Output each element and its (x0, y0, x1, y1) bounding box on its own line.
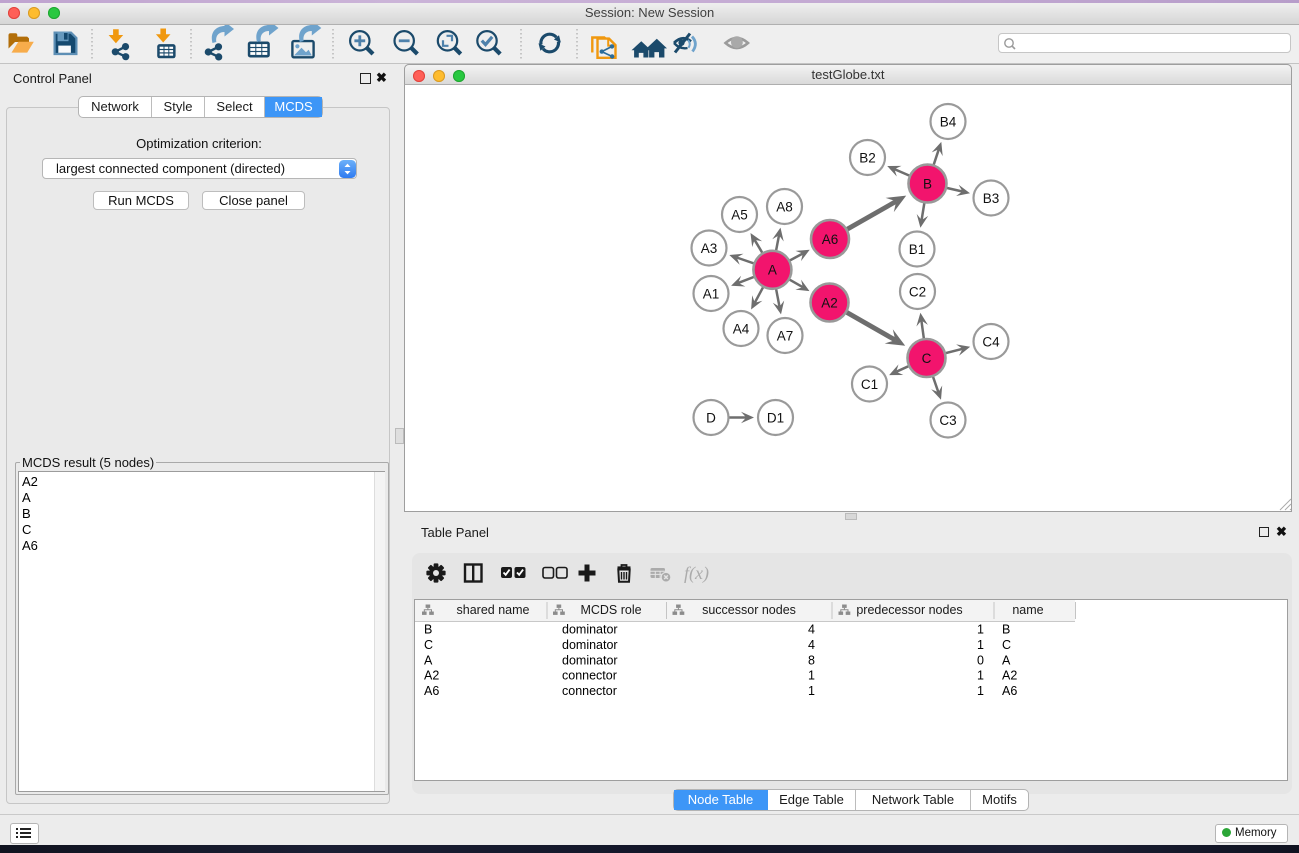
svg-text:C: C (1002, 638, 1011, 652)
svg-text:1: 1 (977, 669, 984, 683)
svg-text:D1: D1 (767, 410, 784, 425)
svg-text:1: 1 (808, 684, 815, 698)
svg-text:B2: B2 (859, 150, 876, 165)
svg-text:shared name: shared name (457, 603, 530, 617)
svg-text:name: name (1012, 603, 1043, 617)
svg-text:A5: A5 (731, 207, 748, 222)
svg-text:A1: A1 (703, 286, 720, 301)
svg-text:D: D (706, 410, 716, 425)
svg-text:A3: A3 (701, 241, 718, 256)
svg-text:MCDS role: MCDS role (580, 603, 641, 617)
svg-text:A2: A2 (821, 295, 838, 310)
svg-text:C2: C2 (909, 284, 926, 299)
svg-text:dominator: dominator (562, 653, 618, 667)
svg-text:1: 1 (808, 669, 815, 683)
svg-text:successor nodes: successor nodes (702, 603, 796, 617)
svg-text:0: 0 (977, 653, 984, 667)
svg-text:B1: B1 (909, 242, 926, 257)
svg-text:A6: A6 (424, 684, 439, 698)
svg-text:B4: B4 (940, 114, 957, 129)
svg-text:f(x): f(x) (684, 563, 709, 584)
svg-text:4: 4 (808, 638, 815, 652)
svg-text:1: 1 (977, 623, 984, 637)
svg-text:1: 1 (977, 638, 984, 652)
svg-text:1: 1 (977, 684, 984, 698)
svg-text:B: B (424, 623, 432, 637)
svg-text:connector: connector (562, 669, 617, 683)
svg-text:A2: A2 (1002, 669, 1017, 683)
svg-text:dominator: dominator (562, 623, 618, 637)
svg-text:C: C (922, 351, 932, 366)
svg-text:4: 4 (808, 623, 815, 637)
svg-text:B: B (1002, 623, 1010, 637)
svg-text:C3: C3 (939, 413, 956, 428)
svg-text:C4: C4 (982, 334, 1000, 349)
svg-text:C: C (424, 638, 433, 652)
svg-text:A: A (424, 653, 433, 667)
svg-text:dominator: dominator (562, 638, 618, 652)
svg-text:A6: A6 (822, 232, 839, 247)
svg-text:B3: B3 (983, 191, 1000, 206)
svg-text:A: A (1002, 653, 1011, 667)
svg-text:connector: connector (562, 684, 617, 698)
svg-text:A8: A8 (776, 199, 793, 214)
svg-text:A4: A4 (733, 321, 750, 336)
svg-text:B: B (923, 176, 932, 191)
svg-text:A2: A2 (424, 669, 439, 683)
svg-text:A: A (768, 263, 777, 278)
svg-text:predecessor nodes: predecessor nodes (856, 603, 962, 617)
svg-text:C1: C1 (861, 377, 878, 392)
svg-text:A6: A6 (1002, 684, 1017, 698)
svg-text:A7: A7 (777, 328, 794, 343)
svg-text:8: 8 (808, 653, 815, 667)
